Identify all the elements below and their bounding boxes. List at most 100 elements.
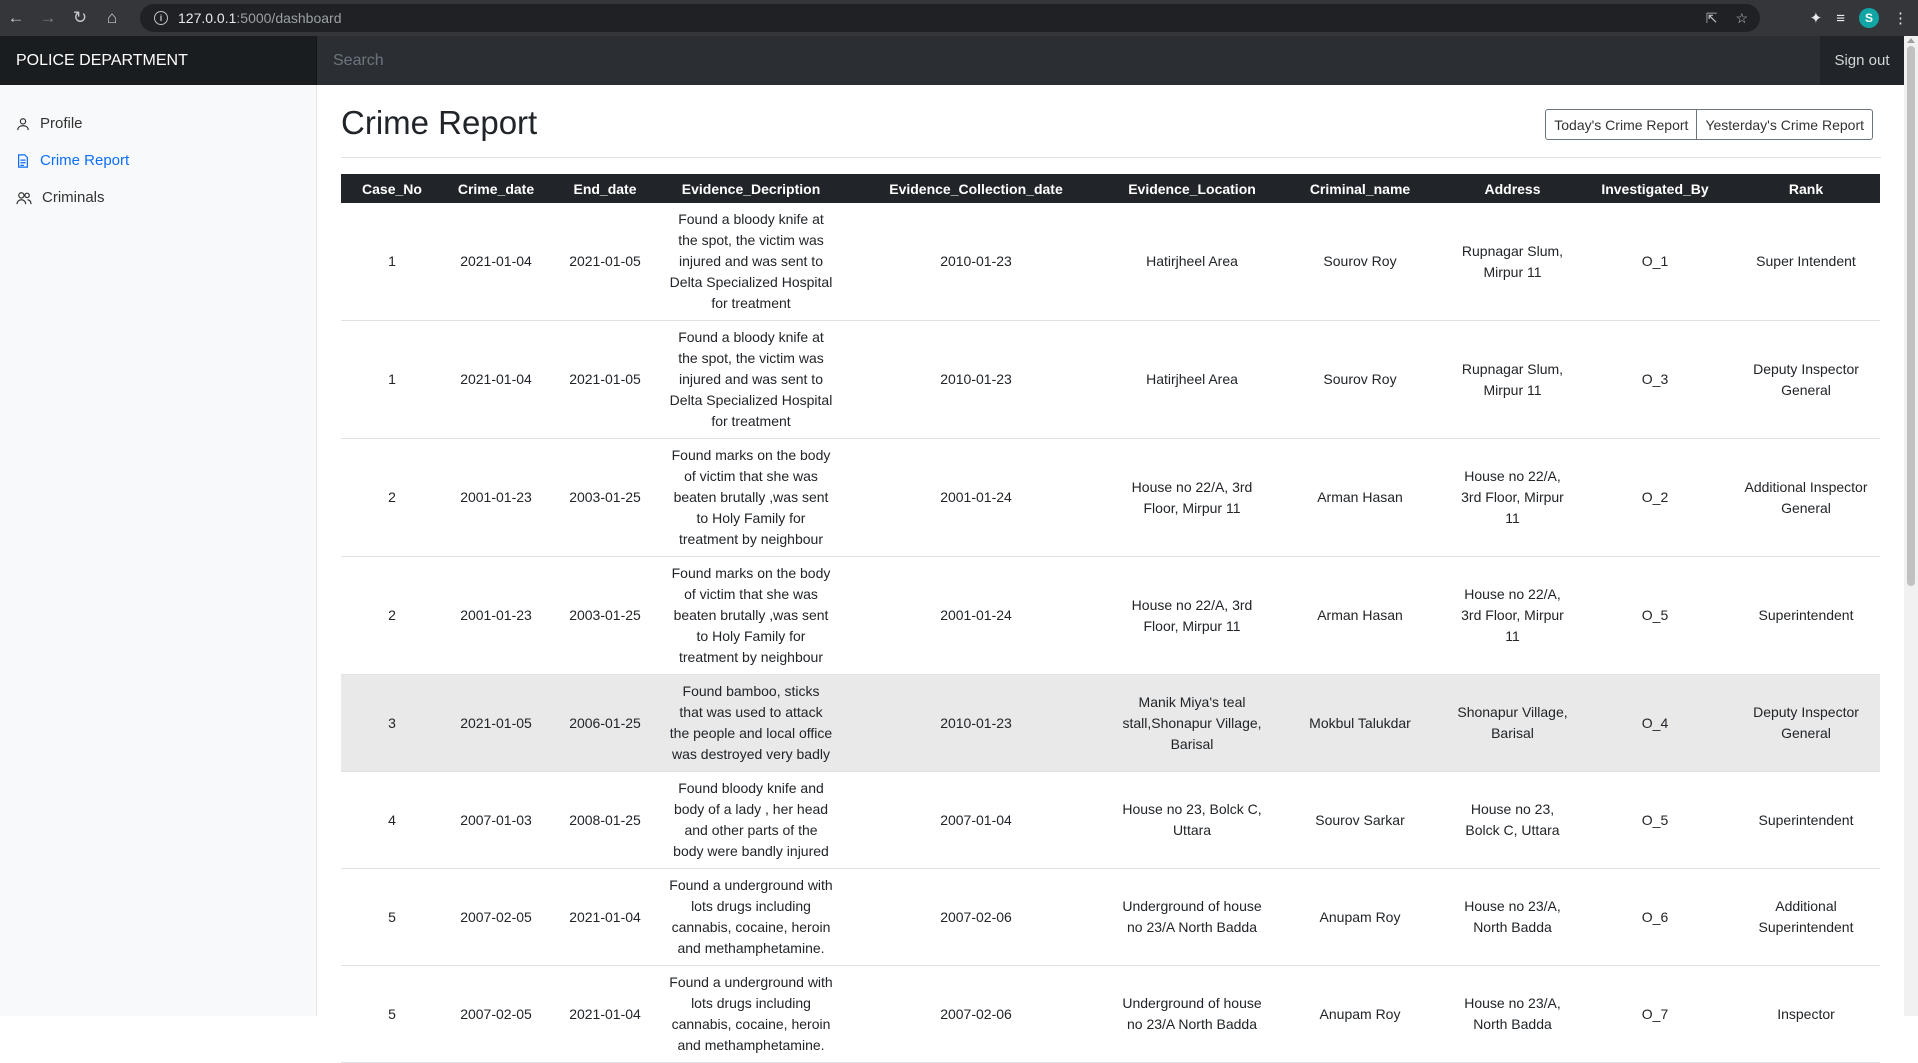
table-cell: 2021-01-05 (549, 203, 661, 321)
table-cell: House no 22/A, 3rd Floor, Mirpur 11 (1447, 438, 1578, 557)
table-cell: Sourov Roy (1273, 203, 1447, 321)
table-cell: Anupam Roy (1273, 868, 1447, 966)
table-cell: 2003-01-25 (549, 556, 661, 675)
table-cell: Hatirjheel Area (1111, 320, 1273, 439)
table-cell: 2007-01-03 (443, 771, 549, 869)
table-cell: 5 (341, 965, 443, 1063)
table-cell: 2001-01-23 (443, 438, 549, 557)
reading-list-icon[interactable]: ≡ (1836, 10, 1845, 27)
table-cell: 4 (341, 771, 443, 869)
browser-toolbar: ← → ↻ ⌂ i 127.0.0.1:5000/dashboard ⇱ ☆ ✦… (0, 0, 1918, 36)
sidebar-item-criminals[interactable]: Criminals (0, 179, 316, 216)
table-cell: Inspector (1732, 965, 1880, 1063)
menu-kebab-icon[interactable]: ⋮ (1893, 9, 1908, 27)
table-body: 1 2021-01-04 2021-01-05 Found a bloody knif… (341, 203, 1880, 1063)
table-cell: Superintendent (1732, 771, 1880, 869)
table-cell: Super Intendent (1732, 203, 1880, 321)
sidebar-item-crime-report[interactable]: Crime Report (0, 142, 316, 179)
table-cell: Found a bloody knife at the spot, the vi… (661, 203, 841, 321)
table-cell: 2021-01-05 (443, 674, 549, 772)
column-header: Crime_date (443, 174, 549, 203)
yesterdays-report-button[interactable]: Yesterday's Crime Report (1697, 109, 1873, 140)
table-cell: 2008-01-25 (549, 771, 661, 869)
main-content: Crime Report Today's Crime Report Yester… (341, 85, 1881, 1063)
table-cell: Additional Inspector General (1732, 438, 1880, 557)
table-cell: 5 (341, 868, 443, 966)
table-cell: 2001-01-24 (841, 556, 1111, 675)
sidebar-item-profile[interactable]: Profile (0, 105, 316, 142)
address-bar[interactable]: i 127.0.0.1:5000/dashboard ⇱ ☆ (140, 4, 1760, 32)
reload-icon[interactable]: ↻ (64, 0, 96, 36)
share-icon[interactable]: ⇱ (1706, 10, 1718, 27)
table-row: 3 2021-01-05 2006-01-25 Found bamboo, stick… (341, 674, 1880, 772)
todays-report-button[interactable]: Today's Crime Report (1545, 109, 1698, 140)
table-row: 1 2021-01-04 2021-01-05 Found a bloody knif… (341, 320, 1880, 439)
column-header: Investigated_By (1578, 174, 1732, 203)
forward-icon[interactable]: → (32, 0, 64, 36)
table-cell: Found marks on the body of victim that s… (661, 438, 841, 557)
table-cell: 2010-01-23 (841, 320, 1111, 439)
column-header: Criminal_name (1273, 174, 1447, 203)
user-icon (17, 117, 29, 130)
table-cell: 2010-01-23 (841, 674, 1111, 772)
site-info-icon[interactable]: i (154, 11, 168, 25)
table-cell: 1 (341, 203, 443, 321)
table-cell: 2021-01-04 (549, 868, 661, 966)
table-cell: 2001-01-23 (443, 556, 549, 675)
profile-avatar[interactable]: S (1859, 8, 1879, 28)
brand-logo[interactable]: POLICE DEPARTMENT (0, 36, 317, 85)
table-cell: 2007-02-05 (443, 868, 549, 966)
table-cell: Found a underground with lots drugs incl… (661, 868, 841, 966)
column-header: Rank (1732, 174, 1880, 203)
table-cell: O_6 (1578, 868, 1732, 966)
bookmark-star-icon[interactable]: ☆ (1735, 10, 1748, 27)
table-cell: 2021-01-04 (443, 320, 549, 439)
table-cell: House no 22/A, 3rd Floor, Mirpur 11 (1111, 438, 1273, 557)
table-cell: House no 22/A, 3rd Floor, Mirpur 11 (1111, 556, 1273, 675)
search-input[interactable] (317, 36, 1820, 85)
signout-link[interactable]: Sign out (1820, 36, 1904, 85)
table-cell: Deputy Inspector General (1732, 320, 1880, 439)
page-header: Crime Report Today's Crime Report Yester… (341, 88, 1881, 158)
table-cell: Arman Hasan (1273, 556, 1447, 675)
table-cell: O_7 (1578, 965, 1732, 1063)
column-header: Address (1447, 174, 1578, 203)
table-cell: 2021-01-04 (443, 203, 549, 321)
table-cell: O_4 (1578, 674, 1732, 772)
table-cell: Rupnagar Slum, Mirpur 11 (1447, 320, 1578, 439)
table-cell: 2021-01-05 (549, 320, 661, 439)
table-cell: O_3 (1578, 320, 1732, 439)
app-navbar: POLICE DEPARTMENT Sign out (0, 36, 1904, 85)
table-cell: O_5 (1578, 556, 1732, 675)
page-scrollbar[interactable] (1904, 36, 1918, 1016)
table-cell: Found marks on the body of victim that s… (661, 556, 841, 675)
table-row: 2 2001-01-23 2003-01-25 Found marks on the … (341, 556, 1880, 675)
table-cell: 2006-01-25 (549, 674, 661, 772)
table-cell: Underground of house no 23/A North Badda (1111, 965, 1273, 1063)
table-cell: Sourov Sarkar (1273, 771, 1447, 869)
home-icon[interactable]: ⌂ (96, 0, 128, 36)
extensions-icon[interactable]: ✦ (1810, 9, 1823, 27)
table-cell: Arman Hasan (1273, 438, 1447, 557)
column-header: Evidence_Collection_date (841, 174, 1111, 203)
table-cell: House no 23/A, North Badda (1447, 868, 1578, 966)
table-cell: Hatirjheel Area (1111, 203, 1273, 321)
table-cell: Found bamboo, sticks that was used to at… (661, 674, 841, 772)
table-cell: 2003-01-25 (549, 438, 661, 557)
table-row: 5 2007-02-05 2021-01-04 Found a underground… (341, 965, 1880, 1063)
page-title: Crime Report (341, 103, 538, 141)
table-cell: Found bloody knife and body of a lady , … (661, 771, 841, 869)
table-cell: House no 22/A, 3rd Floor, Mirpur 11 (1447, 556, 1578, 675)
table-cell: Superintendent (1732, 556, 1880, 675)
scroll-up-arrow-icon[interactable] (1907, 38, 1915, 43)
column-header: Evidence_Decription (661, 174, 841, 203)
table-cell: Rupnagar Slum, Mirpur 11 (1447, 203, 1578, 321)
table-cell: House no 23/A, North Badda (1447, 965, 1578, 1063)
table-cell: Shonapur Village, Barisal (1447, 674, 1578, 772)
scrollbar-thumb[interactable] (1907, 46, 1915, 586)
table-cell: Sourov Roy (1273, 320, 1447, 439)
users-icon (16, 191, 32, 204)
back-icon[interactable]: ← (0, 0, 32, 36)
table-cell: Anupam Roy (1273, 965, 1447, 1063)
table-row: 1 2021-01-04 2021-01-05 Found a bloody knif… (341, 203, 1880, 321)
